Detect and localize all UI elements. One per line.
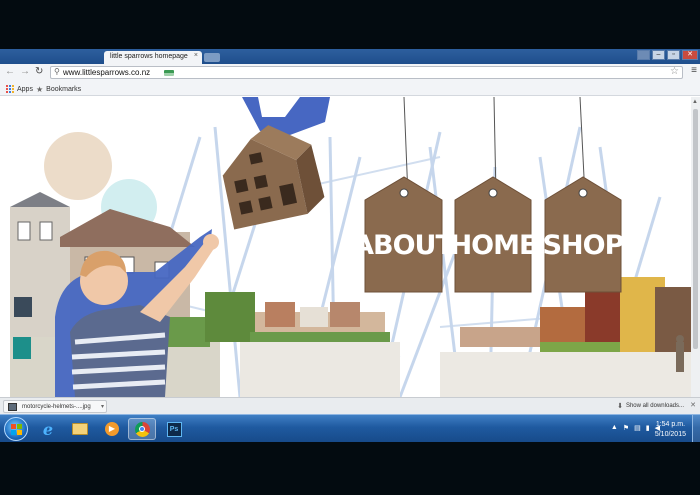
- close-downloads-icon[interactable]: ✕: [690, 401, 696, 409]
- window-controls: – ▫ ✕: [637, 50, 698, 60]
- url-text[interactable]: www.littlesparrows.co.nz: [63, 68, 150, 77]
- media-player-icon: ▶: [105, 422, 119, 436]
- taskbar-file-explorer[interactable]: [66, 418, 94, 440]
- windows-flag-icon: [11, 424, 22, 435]
- web-page: ABOUT HOME SHOP: [0, 97, 691, 397]
- browser-toolbar: ← → ↻ ⚲ www.littlesparrows.co.nz ☆ ≡: [0, 64, 700, 81]
- nav-tag-shop[interactable]: SHOP: [543, 97, 625, 293]
- show-all-label: Show all downloads...: [625, 403, 684, 409]
- center-street: [240, 302, 400, 397]
- extension-badge-icon[interactable]: [164, 70, 174, 76]
- image-file-icon: [8, 403, 17, 411]
- show-all-downloads-link[interactable]: ⬇ Show all downloads...: [617, 402, 684, 410]
- bookmarks-bar: Apps ★ Bookmarks: [0, 81, 700, 96]
- search-icon: ⚲: [54, 67, 60, 76]
- browser-tab[interactable]: little sparrows homepage ×: [104, 51, 202, 64]
- taskbar-clock[interactable]: 1:54 p.m. 5/10/2015: [655, 420, 686, 440]
- windows-taskbar: e ▶ Ps ▲ ⚑ ▤ ▮ ◀ 1:54 p.m. 5/10/2015: [0, 414, 700, 442]
- internet-explorer-icon: e: [42, 419, 54, 439]
- show-desktop-button[interactable]: [692, 415, 700, 442]
- flag-icon[interactable]: ⚑: [623, 424, 629, 432]
- system-tray: ▲ ⚑ ▤ ▮ ◀: [611, 424, 660, 432]
- blue-hand-top: [242, 97, 330, 135]
- browser-tab-strip: little sparrows homepage × – ▫ ✕: [0, 49, 700, 64]
- folder-icon: [72, 423, 88, 435]
- desktop-screen: little sparrows homepage × – ▫ ✕ ← → ↻ ⚲…: [0, 49, 700, 442]
- tag-about-label: ABOUT: [353, 230, 454, 261]
- tag-home-label: HOME: [450, 230, 537, 261]
- taskbar-internet-explorer[interactable]: e: [34, 418, 62, 440]
- tab-close-icon[interactable]: ×: [194, 52, 198, 59]
- nav-tag-about[interactable]: ABOUT: [353, 97, 455, 293]
- new-tab-button[interactable]: [204, 53, 220, 62]
- bookmark-bookmarks-label: Bookmarks: [46, 86, 82, 93]
- scroll-up-icon[interactable]: ▲: [692, 99, 698, 105]
- scrollbar-thumb[interactable]: [693, 109, 698, 349]
- star-icon: ★: [36, 85, 44, 94]
- download-item[interactable]: motorcycle-helmets-....jpg ▾: [3, 400, 107, 413]
- download-file-name: motorcycle-helmets-....jpg: [22, 404, 91, 410]
- download-arrow-icon: ⬇: [617, 403, 623, 410]
- right-street: [440, 277, 691, 397]
- close-window-button[interactable]: ✕: [682, 50, 698, 60]
- taskbar-photoshop[interactable]: Ps: [160, 418, 188, 440]
- photoshop-icon: Ps: [166, 421, 182, 437]
- tray-expand-icon[interactable]: ▲: [611, 424, 618, 432]
- maximize-button[interactable]: ▫: [667, 50, 680, 60]
- bookmark-apps[interactable]: Apps: [6, 85, 33, 93]
- minimize-button[interactable]: –: [652, 50, 665, 60]
- hero-illustration: ABOUT HOME SHOP: [10, 97, 691, 397]
- reload-icon[interactable]: ↻: [35, 66, 43, 77]
- downloads-bar: motorcycle-helmets-....jpg ▾ ⬇ Show all …: [0, 397, 700, 414]
- start-button[interactable]: [4, 417, 28, 441]
- address-bar[interactable]: ⚲ www.littlesparrows.co.nz ☆: [50, 66, 683, 79]
- forward-arrow-icon[interactable]: →: [20, 66, 30, 77]
- taskbar-chrome[interactable]: [128, 418, 156, 440]
- profile-button[interactable]: [637, 50, 650, 60]
- beige-circle: [44, 132, 112, 200]
- tag-shop-label: SHOP: [543, 230, 624, 261]
- tab-title: little sparrows homepage: [110, 53, 188, 60]
- bookmark-apps-label: Apps: [17, 85, 33, 93]
- chevron-down-icon[interactable]: ▾: [101, 403, 104, 410]
- chrome-icon: [134, 421, 150, 437]
- nav-tag-home[interactable]: HOME: [450, 97, 537, 293]
- clock-time: 1:54 p.m.: [655, 421, 686, 428]
- back-arrow-icon[interactable]: ←: [5, 66, 15, 77]
- network-icon[interactable]: ▤: [634, 424, 641, 432]
- clock-date: 5/10/2015: [654, 431, 686, 438]
- cardboard-house: [222, 125, 325, 230]
- taskbar-media-player[interactable]: ▶: [98, 418, 126, 440]
- menu-icon[interactable]: ≡: [691, 65, 697, 76]
- bookmark-star-icon[interactable]: ☆: [670, 66, 679, 77]
- apps-grid-icon: [6, 85, 14, 93]
- signal-icon[interactable]: ▮: [646, 424, 650, 432]
- page-scrollbar[interactable]: ▲: [691, 97, 700, 397]
- bookmark-bookmarks[interactable]: ★ Bookmarks: [36, 85, 81, 94]
